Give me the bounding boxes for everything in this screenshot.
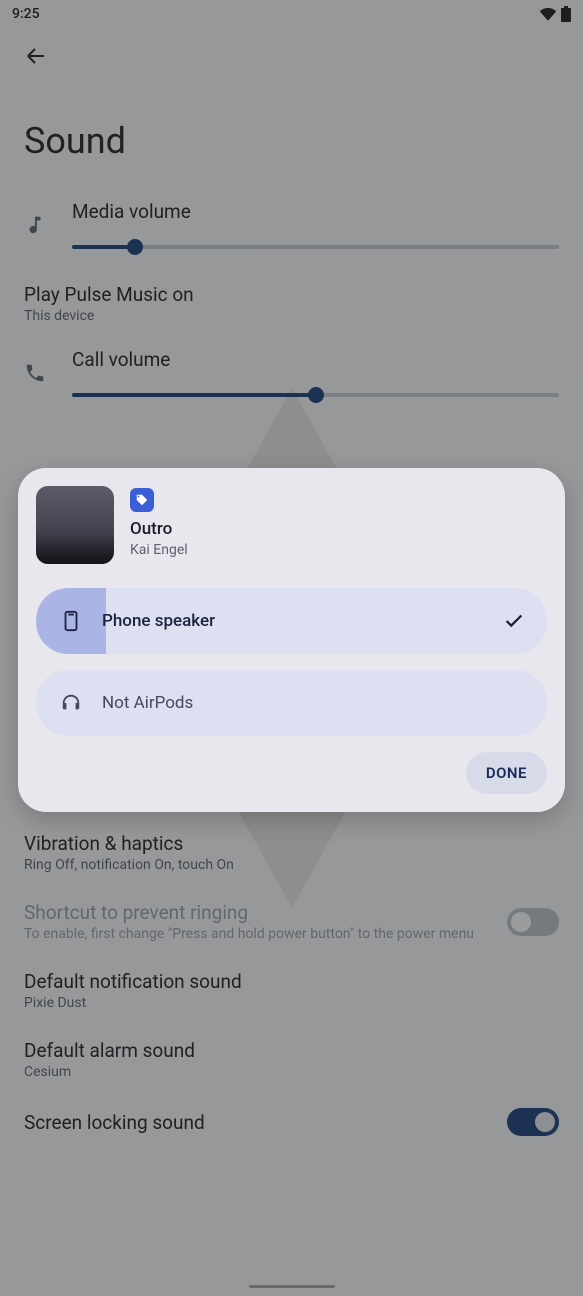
gesture-nav-pill[interactable]	[249, 1285, 335, 1288]
output-option-label: Phone speaker	[102, 611, 485, 631]
tag-icon	[135, 493, 149, 507]
output-option-phone-speaker[interactable]: Phone speaker	[36, 588, 547, 654]
output-option-label: Not AirPods	[102, 693, 525, 713]
track-artist: Kai Engel	[130, 542, 188, 558]
media-header: Outro Kai Engel	[36, 486, 547, 564]
done-button[interactable]: DONE	[466, 752, 547, 794]
headphones-icon	[60, 692, 82, 714]
media-app-chip	[130, 488, 154, 512]
album-art	[36, 486, 114, 564]
output-option-not-airpods[interactable]: Not AirPods	[36, 670, 547, 736]
phone-speaker-icon	[60, 610, 82, 632]
track-title: Outro	[130, 519, 188, 539]
output-switch-dialog: Outro Kai Engel Phone speaker Not AirPod…	[18, 468, 565, 812]
check-icon	[503, 610, 525, 632]
